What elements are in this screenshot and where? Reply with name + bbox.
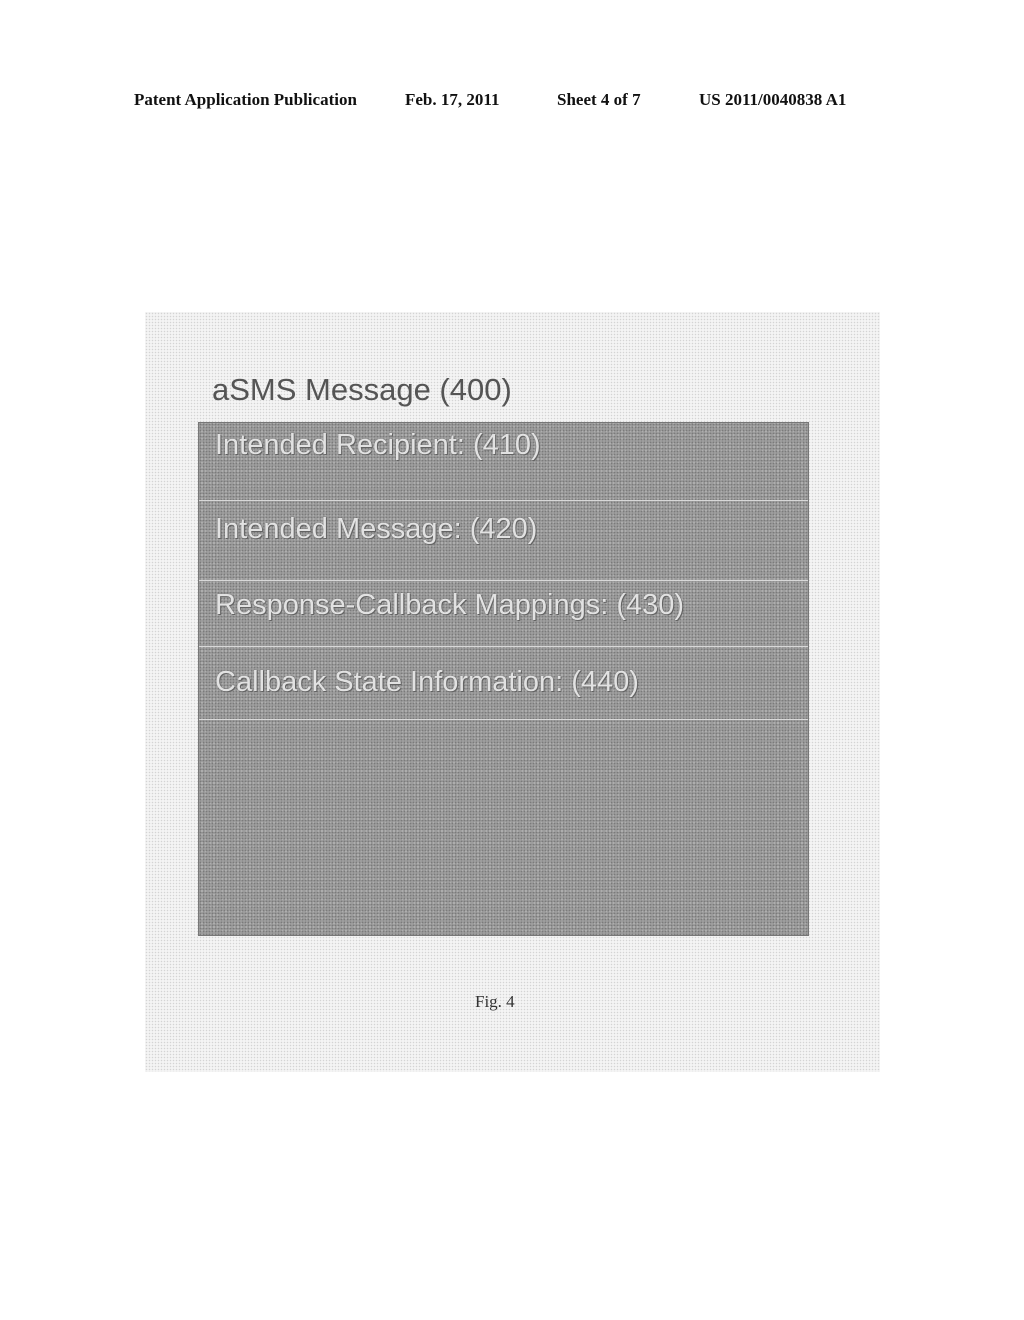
- field-label: Response-Callback Mappings: (430): [215, 589, 685, 621]
- field-label: Intended Recipient: (410): [215, 429, 541, 461]
- field-label: Intended Message: (420): [215, 513, 538, 545]
- patent-number: US 2011/0040838 A1: [699, 90, 847, 109]
- field-row-callback-state-information: Callback State Information: (440): [199, 647, 808, 720]
- publication-type: Patent Application Publication: [134, 90, 357, 109]
- field-row-response-callback-mappings: Response-Callback Mappings: (430): [199, 581, 808, 647]
- field-row-intended-recipient: Intended Recipient: (410): [199, 423, 808, 501]
- figure-caption: Fig. 4: [475, 992, 515, 1011]
- figure-title: aSMS Message (400): [212, 372, 512, 407]
- asms-message-box: Intended Recipient: (410) Intended Messa…: [198, 422, 809, 936]
- page-header: Patent Application Publication Feb. 17, …: [0, 90, 1024, 114]
- field-label: Callback State Information: (440): [215, 666, 639, 698]
- publication-date: Feb. 17, 2011: [405, 90, 500, 109]
- field-row-intended-message: Intended Message: (420): [199, 501, 808, 581]
- sheet-number: Sheet 4 of 7: [557, 90, 641, 109]
